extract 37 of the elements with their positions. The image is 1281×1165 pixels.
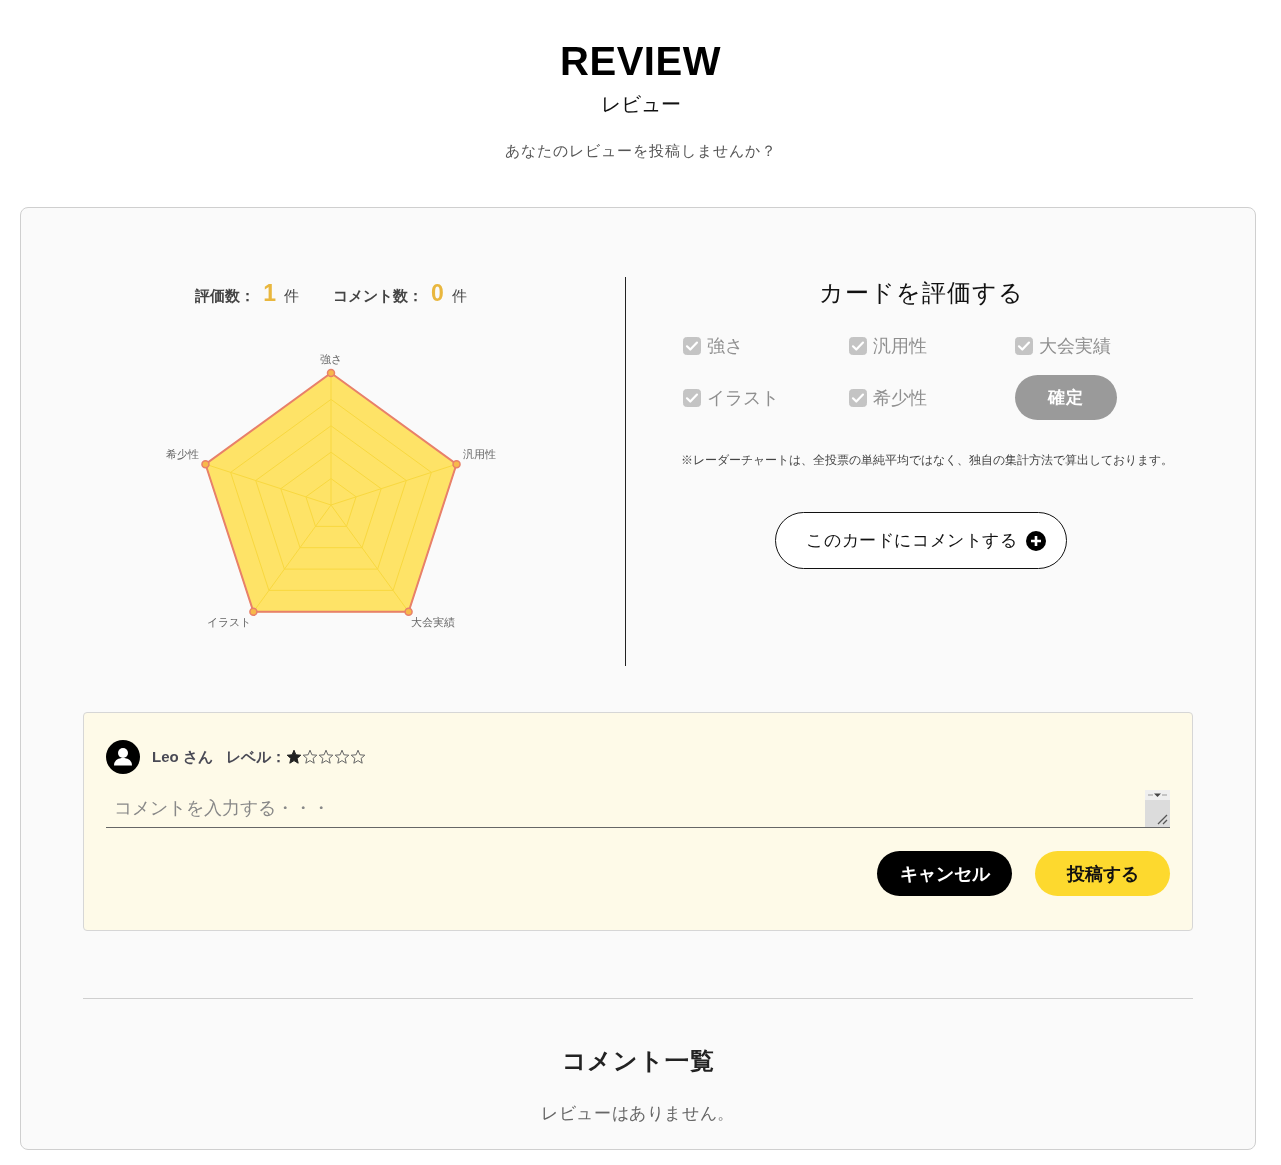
page-subtitle: レビュー [600, 92, 681, 117]
axis-label: 希少性 [165, 448, 199, 461]
star-icon [301, 749, 318, 765]
axis-label: 汎用性 [463, 448, 497, 461]
comment-button[interactable]: このカードにコメントする [775, 512, 1067, 569]
star-icon [333, 749, 350, 765]
radar-point [404, 607, 413, 617]
radar-point [326, 368, 336, 378]
cancel-button[interactable]: キャンセル [877, 851, 1012, 896]
stat-value: 0 [431, 279, 444, 307]
level-label: レベル： [225, 747, 286, 767]
rating-title: カードを評価する [817, 278, 1025, 308]
stat-unit: 件 [284, 286, 299, 306]
submit-button[interactable]: 投稿する [1035, 851, 1170, 896]
radar-point [201, 459, 210, 469]
axis-label: 大会実績 [410, 615, 455, 628]
radar-point [249, 607, 258, 617]
page-title: REVIEW [560, 38, 721, 85]
star-icon [285, 749, 302, 765]
star-icon [349, 749, 366, 765]
empty-comments-text: レビューはありません。 [540, 1103, 736, 1125]
star-icon [317, 749, 334, 765]
stat-label: 評価数： [195, 286, 256, 306]
axis-label: イラスト [207, 615, 252, 628]
axis-label: 強さ [320, 352, 342, 365]
radar-point [452, 459, 461, 469]
stat-label: コメント数： [333, 286, 423, 306]
user-avatar-icon [106, 740, 140, 774]
resize-grip-icon [1145, 790, 1170, 828]
review-prompt: あなたのレビューを投稿しませんか？ [504, 141, 777, 161]
plus-icon [1025, 530, 1046, 551]
comment-input[interactable]: コメントを入力する・・・ [106, 790, 1145, 828]
stat-unit: 件 [451, 286, 467, 306]
stat-value: 1 [263, 279, 276, 307]
user-name: Leo さん [152, 747, 213, 767]
comments-title: コメント一覧 [560, 1046, 716, 1076]
chart-note: ※レーダーチャートは、全投票の単純平均ではなく、独自の集計方法で算出しております。 [681, 452, 1174, 468]
